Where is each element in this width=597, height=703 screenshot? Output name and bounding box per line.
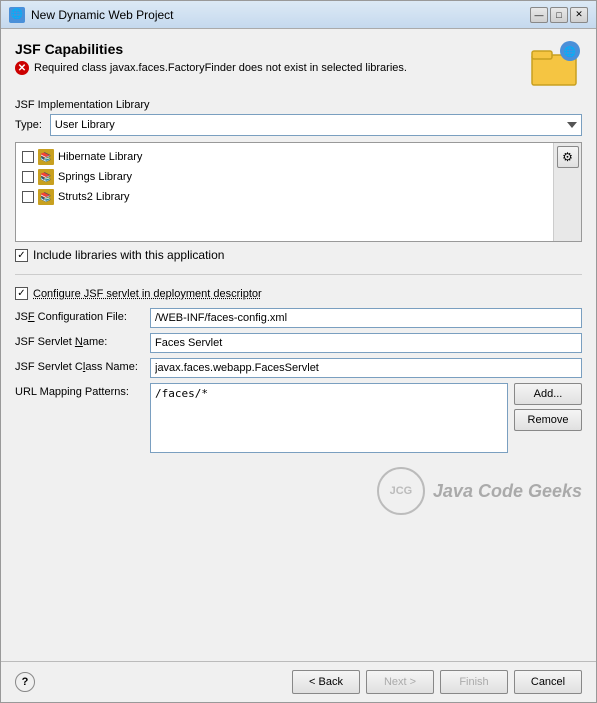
- springs-checkbox[interactable]: [22, 171, 34, 183]
- title-bar: 🌐 New Dynamic Web Project — □ ✕: [1, 1, 596, 29]
- type-row: Type: User Library: [15, 114, 582, 136]
- library-list: 📚 Hibernate Library 📚 Springs Library 📚 …: [16, 143, 553, 241]
- config-file-label: JSF Configuration File:: [15, 308, 145, 323]
- servlet-class-input[interactable]: [150, 358, 582, 378]
- hibernate-label: Hibernate Library: [58, 151, 142, 163]
- servlet-name-label: JSF Servlet Name:: [15, 333, 145, 348]
- url-buttons: Add... Remove: [514, 383, 582, 431]
- struts2-checkbox[interactable]: [22, 191, 34, 203]
- struts2-label: Struts2 Library: [58, 191, 130, 203]
- configure-row: Configure JSF servlet in deployment desc…: [15, 287, 582, 300]
- servlet-class-label: JSF Servlet Class Name:: [15, 358, 145, 373]
- error-icon: ✕: [15, 61, 29, 75]
- close-button[interactable]: ✕: [570, 7, 588, 23]
- minimize-button[interactable]: —: [530, 7, 548, 23]
- error-message: Required class javax.faces.FactoryFinder…: [34, 62, 407, 74]
- jcg-logo: JCG: [377, 467, 425, 515]
- config-file-input[interactable]: [150, 308, 582, 328]
- library-panel: 📚 Hibernate Library 📚 Springs Library 📚 …: [15, 142, 582, 242]
- url-mapping-area: /faces/* Add... Remove: [150, 383, 582, 453]
- type-select[interactable]: User Library: [50, 114, 582, 136]
- brand-text: Java Code Geeks: [433, 481, 582, 502]
- url-mapping-textarea[interactable]: /faces/*: [150, 383, 508, 453]
- page-title: JSF Capabilities: [15, 41, 407, 57]
- main-content: JSF Capabilities ✕ Required class javax.…: [1, 29, 596, 661]
- springs-icon: 📚: [38, 169, 54, 185]
- divider: [15, 274, 582, 275]
- include-label: Include libraries with this application: [33, 248, 224, 262]
- cancel-button[interactable]: Cancel: [514, 670, 582, 694]
- remove-button[interactable]: Remove: [514, 409, 582, 431]
- add-button[interactable]: Add...: [514, 383, 582, 405]
- next-button[interactable]: Next >: [366, 670, 434, 694]
- include-checkbox[interactable]: [15, 249, 28, 262]
- back-button[interactable]: < Back: [292, 670, 360, 694]
- header-folder-icon: 🌐: [530, 41, 582, 89]
- struts2-icon: 📚: [38, 189, 54, 205]
- jcg-logo-text: JCG: [390, 485, 413, 497]
- springs-label: Springs Library: [58, 171, 132, 183]
- list-item[interactable]: 📚 Hibernate Library: [20, 147, 549, 167]
- configure-label: Configure JSF servlet in deployment desc…: [33, 288, 262, 300]
- list-item[interactable]: 📚 Struts2 Library: [20, 187, 549, 207]
- configure-section: Configure JSF servlet in deployment desc…: [15, 287, 582, 453]
- configure-checkbox[interactable]: [15, 287, 28, 300]
- title-bar-left: 🌐 New Dynamic Web Project: [9, 7, 174, 23]
- jsf-implementation-section: JSF Implementation Library Type: User Li…: [15, 99, 582, 262]
- type-label: Type:: [15, 119, 42, 131]
- window-icon: 🌐: [9, 7, 25, 23]
- window: 🌐 New Dynamic Web Project — □ ✕ JSF Capa…: [0, 0, 597, 703]
- header-left: JSF Capabilities ✕ Required class javax.…: [15, 41, 407, 75]
- include-row: Include libraries with this application: [15, 248, 582, 262]
- error-row: ✕ Required class javax.faces.FactoryFind…: [15, 61, 407, 75]
- svg-text:🌐: 🌐: [564, 45, 576, 58]
- nav-buttons: < Back Next > Finish Cancel: [292, 670, 582, 694]
- hibernate-icon: 📚: [38, 149, 54, 165]
- library-sidebar: ⚙: [553, 143, 581, 241]
- header-section: JSF Capabilities ✕ Required class javax.…: [15, 41, 582, 89]
- servlet-name-input[interactable]: [150, 333, 582, 353]
- help-button[interactable]: ?: [15, 672, 35, 692]
- library-action-button[interactable]: ⚙: [557, 146, 579, 168]
- url-mapping-label: URL Mapping Patterns:: [15, 383, 145, 398]
- form-grid: JSF Configuration File: JSF Servlet Name…: [15, 308, 582, 453]
- bottom-bar: ? < Back Next > Finish Cancel: [1, 661, 596, 702]
- maximize-button[interactable]: □: [550, 7, 568, 23]
- window-title: New Dynamic Web Project: [31, 8, 174, 22]
- title-bar-buttons: — □ ✕: [530, 7, 588, 23]
- hibernate-checkbox[interactable]: [22, 151, 34, 163]
- list-item[interactable]: 📚 Springs Library: [20, 167, 549, 187]
- jsf-section-label: JSF Implementation Library: [15, 99, 582, 111]
- watermark: JCG Java Code Geeks: [15, 463, 582, 519]
- finish-button[interactable]: Finish: [440, 670, 508, 694]
